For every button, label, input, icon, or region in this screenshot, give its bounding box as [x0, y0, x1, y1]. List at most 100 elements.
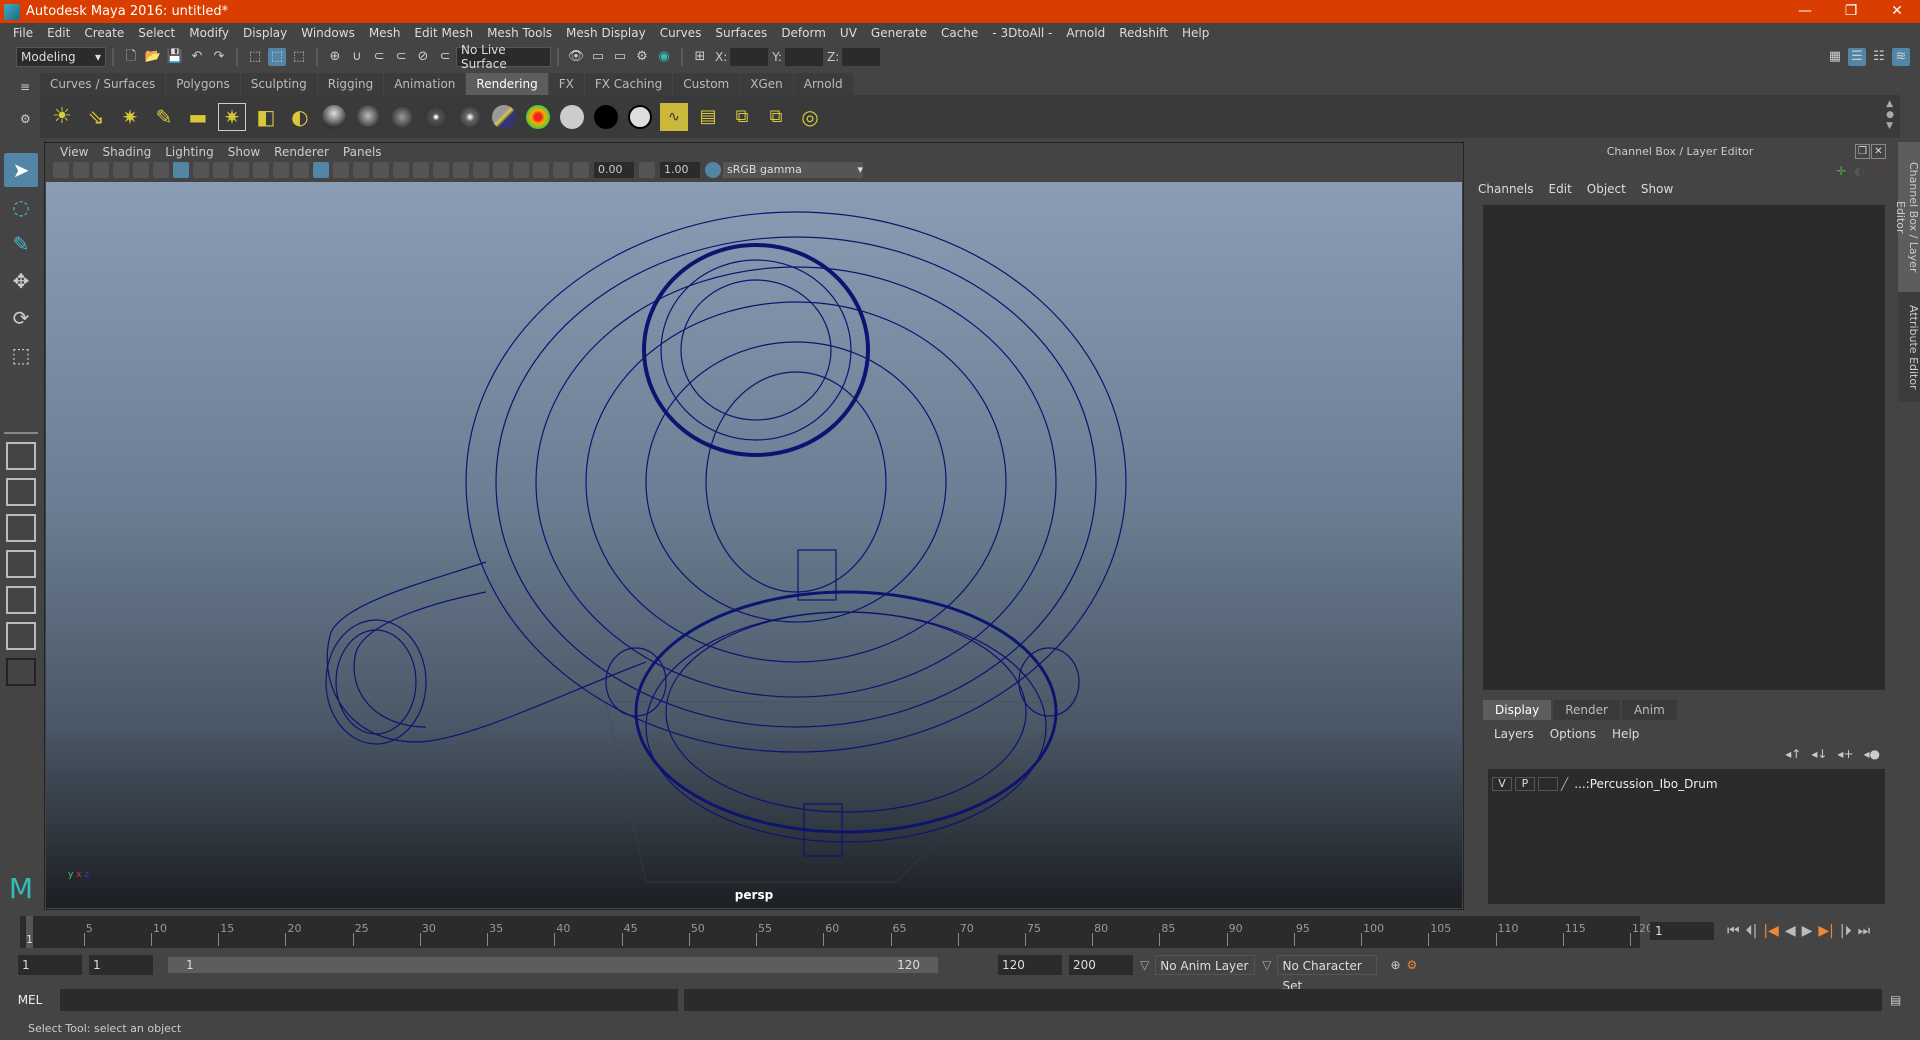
redo-icon[interactable]: ↷	[210, 48, 228, 66]
ambient-occlusion-icon[interactable]	[453, 162, 469, 178]
select-object-icon[interactable]: ⬚	[268, 47, 286, 66]
menu-edit[interactable]: Edit	[40, 26, 77, 40]
persp-graph-outliner-layout-icon[interactable]	[6, 622, 36, 650]
go-to-start-icon[interactable]: ⏮	[1727, 923, 1740, 939]
single-perspective-layout-icon[interactable]	[6, 442, 36, 470]
auto-key-icon[interactable]: ⊕	[1390, 958, 1400, 972]
volume-light-icon[interactable]: ✷	[218, 102, 246, 131]
four-view-layout-icon[interactable]	[6, 478, 36, 506]
select-camera-icon[interactable]	[53, 162, 69, 178]
shelf-tab-fx-caching[interactable]: FX Caching	[584, 73, 673, 95]
viewport-menu-renderer[interactable]: Renderer	[267, 145, 336, 159]
hyperbolic-icon[interactable]: ╱	[1873, 164, 1880, 178]
select-tool-icon[interactable]: ➤	[4, 153, 38, 187]
step-forward-key-icon[interactable]: ▶|	[1818, 923, 1833, 939]
paint-select-tool-icon[interactable]: ✎	[4, 227, 38, 261]
live-surface-field[interactable]: No Live Surface	[456, 43, 551, 71]
phong-shader-icon[interactable]	[388, 103, 416, 131]
side-tab-attribute-editor[interactable]: Attribute Editor	[1898, 292, 1920, 402]
x-field[interactable]	[730, 47, 769, 66]
viewport-3d-scene[interactable]: y x z persp	[46, 182, 1462, 908]
gamma-icon[interactable]	[639, 162, 655, 178]
exposure-field[interactable]: 0.00	[594, 162, 634, 178]
layer-tab-anim[interactable]: Anim	[1621, 700, 1677, 720]
menuset-dropdown[interactable]: Modeling ▾	[16, 46, 106, 67]
tool-settings-toggle-icon[interactable]: ☷	[1870, 48, 1888, 66]
lasso-tool-icon[interactable]: ◌	[4, 190, 38, 224]
snap-surface-icon[interactable]: ⊘	[414, 48, 432, 66]
viewport-menu-shading[interactable]: Shading	[95, 145, 158, 159]
safe-action-icon[interactable]	[273, 162, 289, 178]
shelf-tab-curves-surfaces[interactable]: Curves / Surfaces	[40, 73, 166, 95]
xray-active-icon[interactable]	[553, 162, 569, 178]
layer-row[interactable]: V P ╱ ...:Percussion_Ibo_Drum	[1488, 775, 1885, 793]
menu-curves[interactable]: Curves	[653, 26, 709, 40]
char-set-dropdown-arrow[interactable]: ▽	[1262, 958, 1271, 972]
hypershade-icon[interactable]: ◉	[655, 48, 673, 66]
use-lights-icon[interactable]	[413, 162, 429, 178]
channel-box-area[interactable]	[1483, 205, 1885, 690]
close-button[interactable]: ✕	[1874, 0, 1920, 23]
go-to-end-icon[interactable]: ⏭	[1858, 923, 1871, 939]
shadows-icon[interactable]	[433, 162, 449, 178]
step-back-frame-icon[interactable]: ⏴|	[1746, 923, 1758, 939]
menu-display[interactable]: Display	[236, 26, 294, 40]
character-set-field[interactable]: No Character Set	[1277, 955, 1378, 993]
menu-deform[interactable]: Deform	[774, 26, 833, 40]
transform-constraints-icon[interactable]: ⊞	[691, 48, 709, 66]
render-settings-icon[interactable]: ⚙	[633, 48, 651, 66]
range-slider[interactable]: 1 120	[168, 957, 938, 973]
save-scene-icon[interactable]: 💾	[166, 48, 184, 66]
animation-preferences-icon[interactable]: ⚙	[1407, 958, 1418, 972]
wireframe-on-shaded-icon[interactable]	[353, 162, 369, 178]
shelf-tab-sculpting[interactable]: Sculpting	[240, 73, 317, 95]
shelf-tab-xgen[interactable]: XGen	[740, 73, 793, 95]
menu-select[interactable]: Select	[131, 26, 182, 40]
film-gate-icon[interactable]	[193, 162, 209, 178]
outliner-persp-layout-icon[interactable]	[6, 514, 36, 542]
light-editor-icon[interactable]: ◐	[286, 103, 314, 131]
layer-color-swatch[interactable]: ╱	[1561, 777, 1568, 791]
spot-light-icon[interactable]: ✎	[150, 103, 178, 131]
menu-cache[interactable]: Cache	[934, 26, 985, 40]
ipr-render-icon[interactable]: ▭	[611, 48, 629, 66]
speed-icon[interactable]: ◐	[1854, 164, 1864, 178]
y-field[interactable]	[785, 47, 824, 66]
side-tab-channel-box[interactable]: Channel Box / Layer Editor	[1894, 142, 1920, 292]
custom-layout-icon[interactable]	[6, 658, 36, 686]
channel-menu-object[interactable]: Object	[1587, 182, 1626, 196]
end-time-field[interactable]: 200	[1069, 955, 1133, 975]
menu-mesh[interactable]: Mesh	[362, 26, 408, 40]
area-light-icon[interactable]: ▬	[184, 103, 212, 131]
smooth-shade-icon[interactable]	[333, 162, 349, 178]
shading-map-icon[interactable]	[626, 103, 654, 131]
light-manipulator-icon[interactable]: ◧	[252, 103, 280, 131]
phonge-shader-icon[interactable]	[422, 103, 450, 131]
gamma-field[interactable]: 1.00	[660, 162, 700, 178]
color-management-toggle-icon[interactable]	[705, 162, 721, 178]
blinn-shader-icon[interactable]	[320, 103, 348, 131]
layer-menu-layers[interactable]: Layers	[1494, 727, 1534, 741]
layered-shader-icon[interactable]	[490, 103, 518, 131]
bookmark-icon[interactable]	[93, 162, 109, 178]
play-forwards-icon[interactable]: ▶	[1802, 923, 1813, 939]
menu-arnold[interactable]: Arnold	[1059, 26, 1112, 40]
snap-live-icon[interactable]: ⊂	[436, 48, 454, 66]
render-view-shelf-icon[interactable]: ∿	[660, 102, 688, 131]
safe-title-icon[interactable]	[293, 162, 309, 178]
manipulator-axes-icon[interactable]: ✛	[1836, 164, 1846, 178]
shelf-tab-custom[interactable]: Custom	[673, 73, 740, 95]
hypershade-persp-layout-icon[interactable]	[6, 586, 36, 614]
directional-light-icon[interactable]: ⇘	[82, 103, 110, 131]
image-plane-icon[interactable]	[113, 162, 129, 178]
current-frame-field[interactable]: 1	[1650, 922, 1714, 940]
surface-shader-icon[interactable]	[558, 103, 586, 131]
viewport-menu-show[interactable]: Show	[221, 145, 267, 159]
lambert-shader-icon[interactable]	[354, 103, 382, 131]
rotate-tool-icon[interactable]: ⟳	[4, 301, 38, 335]
time-slider[interactable]: 1 5 10 15 20 25 30 35 40 45 50 55 60 65 70 75 80 85 90 95 1…	[20, 916, 1653, 948]
persp-graph-layout-icon[interactable]	[6, 550, 36, 578]
shelf-tab-fx[interactable]: FX	[548, 73, 584, 95]
ambient-light-icon[interactable]: ☀	[48, 103, 76, 131]
channel-menu-edit[interactable]: Edit	[1549, 182, 1572, 196]
